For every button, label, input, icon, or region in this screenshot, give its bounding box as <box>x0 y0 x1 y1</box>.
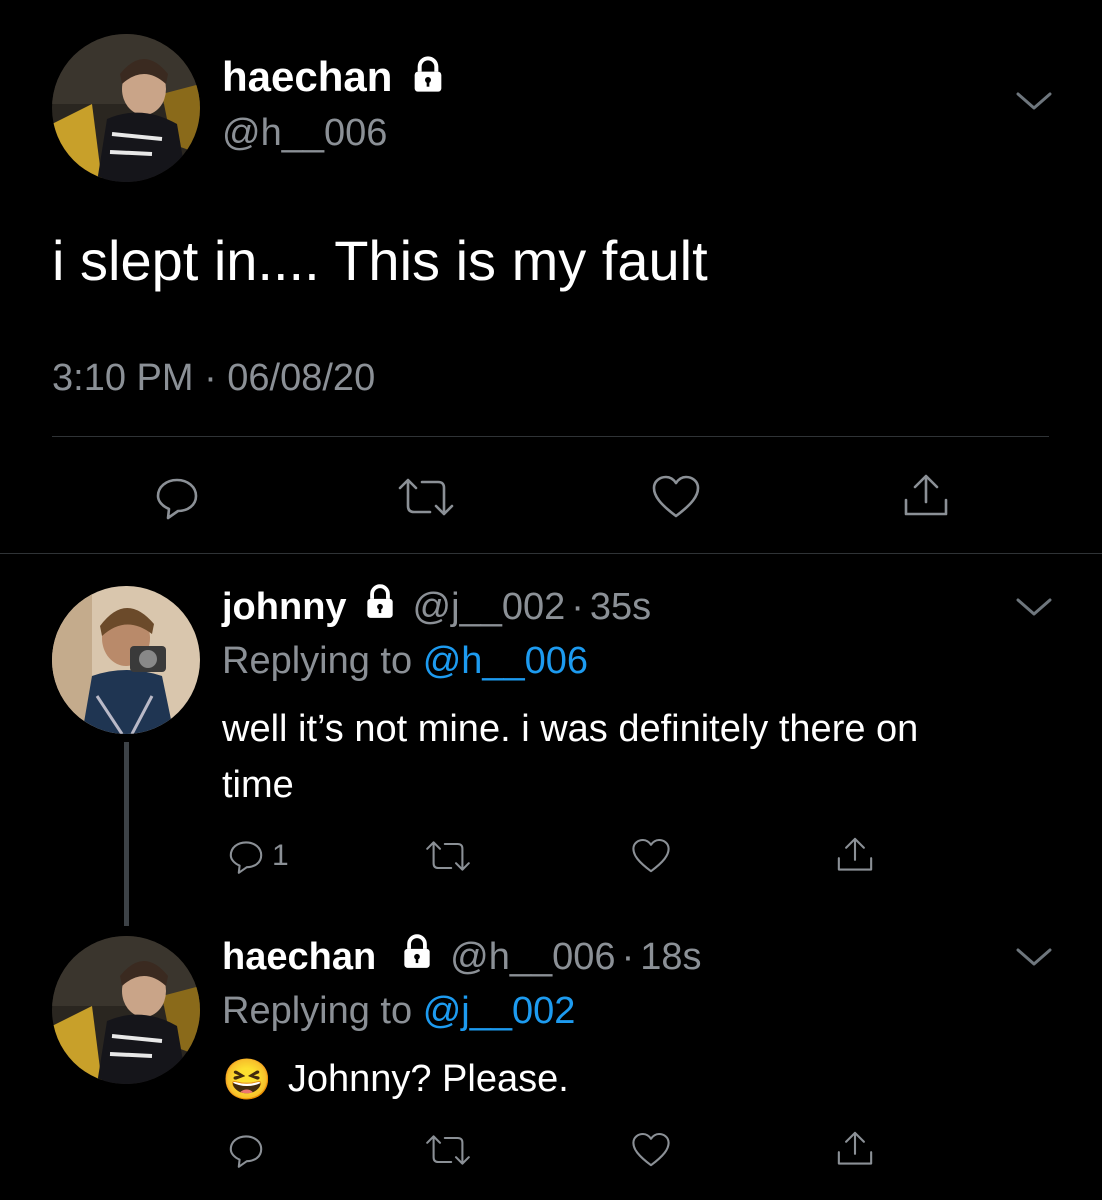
share-button[interactable] <box>834 1128 876 1175</box>
display-name[interactable]: haechan <box>222 53 392 101</box>
avatar[interactable] <box>52 586 200 734</box>
reply-button[interactable] <box>226 1130 266 1175</box>
thread-line <box>124 742 129 926</box>
like-button[interactable] <box>630 1130 672 1175</box>
share-icon <box>837 837 873 871</box>
retweet-icon <box>426 1135 470 1165</box>
display-name[interactable]: haechan <box>222 936 376 979</box>
share-icon <box>837 1131 873 1165</box>
reply-button[interactable] <box>152 472 202 527</box>
reply-icon <box>229 1135 263 1168</box>
chevron-down-icon[interactable] <box>1012 942 1056 977</box>
handle[interactable]: @h__006 <box>222 112 387 155</box>
retweet-button[interactable] <box>424 1130 472 1175</box>
reply-text: time <box>222 764 294 806</box>
separator: · <box>621 935 635 978</box>
reply-count: 1 <box>272 839 289 872</box>
retweet-button[interactable] <box>424 836 472 881</box>
display-name[interactable]: johnny <box>222 586 347 629</box>
lock-icon <box>398 933 436 981</box>
lock-icon <box>361 583 399 631</box>
share-icon <box>904 474 948 516</box>
replying-to-label: Replying to <box>222 990 413 1032</box>
reply-text: Johnny? Please. <box>287 1058 569 1100</box>
reply-time[interactable]: 35s <box>590 586 651 629</box>
share-button[interactable] <box>900 470 952 527</box>
heart-icon <box>632 1132 670 1167</box>
replying-to-handle[interactable]: @j__002 <box>423 990 576 1032</box>
reply-icon <box>229 841 263 874</box>
tweet-timestamp[interactable]: 3:10 PM · 06/08/20 <box>52 357 375 400</box>
like-button[interactable] <box>650 472 702 527</box>
reply-icon <box>156 478 198 520</box>
avatar-image <box>52 34 200 182</box>
retweet-icon <box>398 478 454 516</box>
reply-time[interactable]: 18s <box>640 936 701 979</box>
like-button[interactable] <box>630 836 672 881</box>
handle[interactable]: @h__006 <box>450 936 615 979</box>
chevron-down-icon[interactable] <box>1012 592 1056 627</box>
retweet-icon <box>426 841 470 871</box>
separator: · <box>571 585 584 628</box>
replying-to-label: Replying to <box>222 640 413 682</box>
heart-icon <box>632 838 670 873</box>
heart-icon <box>652 475 700 518</box>
replying-to-handle[interactable]: @h__006 <box>423 640 588 682</box>
retweet-button[interactable] <box>396 472 456 527</box>
avatar[interactable] <box>52 936 200 1084</box>
avatar-image <box>52 936 200 1084</box>
section-divider <box>0 553 1102 554</box>
avatar-image <box>52 586 200 734</box>
handle[interactable]: @j__002 <box>413 586 566 629</box>
reply-text: well it’s not mine. i was definitely the… <box>222 708 919 750</box>
laughing-emoji: 😆 <box>222 1058 272 1102</box>
lock-icon <box>408 55 448 100</box>
share-button[interactable] <box>834 834 876 881</box>
tweet-text: i slept in.... This is my fault <box>52 229 708 292</box>
chevron-down-icon[interactable] <box>1012 86 1056 121</box>
reply-button[interactable]: 1 <box>226 836 289 876</box>
divider <box>52 436 1049 437</box>
avatar[interactable] <box>52 34 200 182</box>
